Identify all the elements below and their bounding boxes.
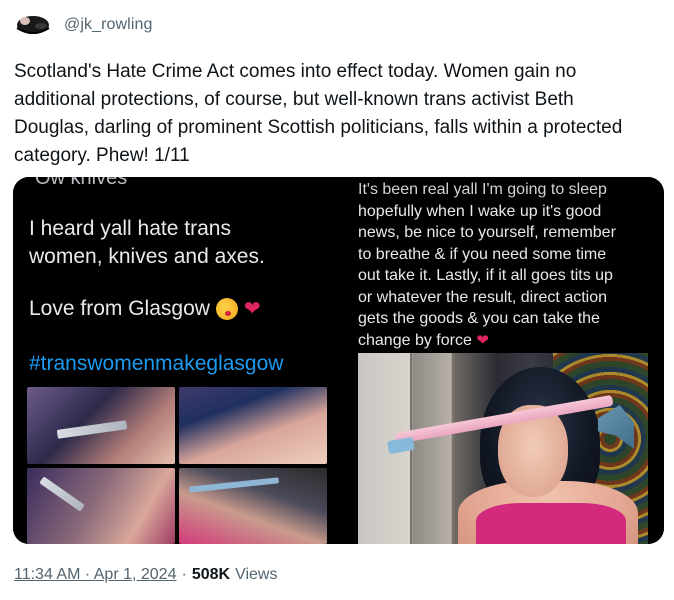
- author-handle[interactable]: @jk_rowling: [64, 16, 152, 34]
- embedded-tweet-text: I heard yall hate trans women, knives an…: [29, 217, 265, 268]
- photo-grid: [27, 387, 327, 544]
- tweet-text: Scotland's Hate Crime Act comes into eff…: [14, 61, 623, 166]
- avatar[interactable]: [14, 8, 52, 42]
- views-count: 508K: [191, 566, 231, 583]
- photo-knife-2: [27, 467, 175, 544]
- tweet-media[interactable]: Ow knives I heard yall hate trans women,…: [13, 177, 664, 544]
- photo-axe-1: [179, 467, 327, 544]
- hashtag-link[interactable]: #transwomenmakeglasgow: [29, 352, 283, 376]
- cutoff-line: It's been real yall I'm going to sleep: [358, 181, 607, 198]
- heart-icon: ❤: [476, 331, 489, 349]
- cutoff-heading: Ow knives: [35, 177, 128, 189]
- photo-knife-1: [27, 387, 175, 464]
- right-body-text: hopefully when I wake up it's good news,…: [358, 202, 616, 349]
- photo-axe-portrait: [358, 353, 648, 544]
- timestamp-link[interactable]: 11:34 AM · Apr 1, 2024: [14, 566, 176, 584]
- media-image-right[interactable]: It's been real yall I'm going to sleep h…: [340, 177, 664, 544]
- tweet-header: @jk_rowling: [14, 8, 152, 42]
- love-line: Love from Glasgow ❤: [29, 297, 261, 321]
- heart-icon: ❤: [243, 298, 261, 320]
- love-line-text: Love from Glasgow: [29, 297, 210, 320]
- photo-face-1: [179, 387, 327, 464]
- embedded-tweet-text-right: It's been real yall I'm going to sleep h…: [358, 179, 658, 351]
- views-label: Views: [235, 566, 278, 583]
- tweet-meta: 11:34 AM · Apr 1, 2024 · 508K Views: [14, 566, 277, 584]
- kiss-emoji-icon: [215, 298, 238, 320]
- media-image-left[interactable]: Ow knives I heard yall hate trans women,…: [13, 177, 337, 544]
- meta-separator: ·: [181, 566, 187, 583]
